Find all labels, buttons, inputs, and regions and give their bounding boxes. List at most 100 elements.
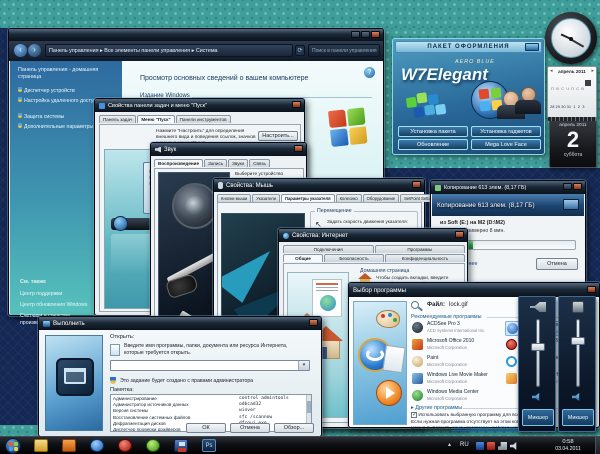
run-combobox[interactable]: ▾: [110, 360, 310, 371]
tray-clock[interactable]: 0:58 03.04.2011: [546, 439, 590, 454]
taskbar-item-floppy[interactable]: [174, 439, 188, 452]
tab-sounds[interactable]: Звуки: [228, 159, 249, 167]
tab-taskbar[interactable]: Панель задач: [99, 115, 137, 123]
taskbar-item-photoshop[interactable]: Ps: [202, 439, 216, 452]
tearoff-calendar-gadget[interactable]: апрель 2011 2 суббота: [549, 120, 597, 168]
close-icon[interactable]: [455, 231, 464, 238]
tab-recording[interactable]: Запись: [204, 159, 228, 167]
tab-programs[interactable]: Программы: [374, 245, 465, 253]
tab-playback[interactable]: Воспроизведение: [154, 159, 204, 167]
start-button[interactable]: [5, 438, 21, 454]
ok-button[interactable]: ОК: [186, 423, 226, 433]
tab-general[interactable]: Общие: [283, 254, 323, 262]
maximize-icon[interactable]: [361, 31, 370, 38]
breadcrumb[interactable]: Панель управления ▸ Все элементы панели …: [45, 44, 293, 57]
globe-icon: [283, 232, 289, 239]
breadcrumb-item[interactable]: Все элементы панели управления: [104, 48, 190, 54]
show-desktop-button[interactable]: [595, 437, 600, 454]
tab-pointers[interactable]: Указатели: [252, 194, 280, 202]
internet-titlebar[interactable]: Свойства: Интернет: [279, 229, 467, 242]
clock-gadget[interactable]: [545, 12, 597, 64]
mute-speaker-icon[interactable]: [532, 393, 540, 401]
package-button-megaloveface[interactable]: Mega Love Face: [471, 139, 541, 150]
customize-button[interactable]: Настроить...: [258, 131, 298, 141]
help-icon[interactable]: ?: [364, 67, 375, 78]
tab-security[interactable]: Безопасность: [324, 254, 384, 262]
checkbox-checked-icon[interactable]: ✓: [411, 412, 417, 418]
other-programs-expander[interactable]: ▸ Другие программы: [411, 405, 462, 411]
program-item-office[interactable]: Microsoft Office 2010 Microsoft Corporat…: [411, 338, 501, 353]
volume-slider-track[interactable]: [576, 319, 580, 387]
tab-start-menu[interactable]: Меню "Пуск": [137, 115, 175, 123]
browse-button[interactable]: Обзор...: [274, 423, 314, 433]
copy-route: из Soft (E:) на M2 (D:\M2): [440, 220, 505, 226]
minimize-icon[interactable]: [563, 183, 572, 190]
close-icon[interactable]: [412, 181, 421, 188]
taskbar-properties-titlebar[interactable]: Свойства панели задач и меню "Пуск": [95, 99, 304, 112]
tab-connections[interactable]: Подключения: [283, 245, 374, 253]
minimize-icon[interactable]: [351, 31, 360, 38]
run-titlebar[interactable]: Выполнить: [39, 317, 321, 330]
cancel-button[interactable]: Отмена: [230, 423, 270, 433]
taskbar-item-mediaplayer[interactable]: [62, 439, 76, 452]
mouse-titlebar[interactable]: Свойства: Мышь: [214, 179, 424, 192]
taskbar-item-utorrent[interactable]: [146, 439, 160, 452]
close-icon[interactable]: [371, 31, 380, 38]
program-item-paint[interactable]: Paint Microsoft Corporation: [411, 355, 501, 370]
tab-hardware[interactable]: Оборудование: [362, 194, 400, 202]
system-caption-buttons[interactable]: [351, 31, 380, 38]
hidden-icons-chevron[interactable]: ▴: [448, 441, 451, 448]
sound-titlebar[interactable]: Звук: [151, 143, 306, 156]
volume-slider-thumb[interactable]: [571, 337, 585, 345]
tab-communications[interactable]: Связь: [249, 159, 270, 167]
calendar-week-row[interactable]: 28 29 30 31 1 2 3: [550, 104, 596, 110]
volume-slider-track[interactable]: [536, 319, 540, 387]
tab-privacy[interactable]: Конфиденциальность: [385, 254, 465, 262]
tab-buttons[interactable]: Кнопки мыши: [217, 194, 252, 202]
shield-icon: [18, 97, 22, 102]
volume-slider-thumb[interactable]: [531, 343, 545, 351]
system-titlebar[interactable]: [9, 29, 383, 41]
mixer-button[interactable]: Микшер: [522, 409, 554, 426]
mute-speaker-icon[interactable]: [572, 393, 580, 401]
tray-security-icon[interactable]: [487, 442, 495, 450]
close-icon[interactable]: [309, 319, 318, 326]
close-icon[interactable]: [292, 101, 301, 108]
network-icon[interactable]: [498, 442, 507, 450]
package-button-install[interactable]: Установка пакета: [398, 126, 468, 137]
close-icon[interactable]: [573, 183, 582, 190]
taskbar-item-explorer[interactable]: [34, 439, 48, 452]
sidebar-home-link[interactable]: Панель управления - домашняя страница: [18, 67, 118, 81]
package-minimize-button[interactable]: [525, 43, 539, 51]
close-icon[interactable]: [294, 145, 303, 152]
combobox-arrow-icon[interactable]: ▾: [298, 361, 309, 370]
package-button-gadgets[interactable]: Установка гаджетов: [471, 126, 541, 137]
tray-antivirus-icon[interactable]: [476, 442, 484, 450]
package-button-update[interactable]: Обновление: [398, 139, 468, 150]
close-icon[interactable]: [587, 286, 596, 293]
refresh-icon[interactable]: ⟳: [295, 45, 305, 56]
breadcrumb-item[interactable]: Панель управления: [49, 48, 99, 54]
tab-toolbars[interactable]: Панели инструментов: [175, 115, 231, 123]
language-indicator[interactable]: RU: [460, 442, 469, 448]
breadcrumb-item[interactable]: Система: [196, 48, 218, 54]
volume-tray-icon[interactable]: [510, 442, 517, 450]
copy-titlebar[interactable]: Копирование 613 элем. (8,17 ГБ): [431, 181, 585, 194]
program-item-moviemaker[interactable]: Windows Live Movie Maker Microsoft Corpo…: [411, 372, 501, 387]
mixer-button[interactable]: Микшер: [562, 409, 594, 426]
tab-wheel[interactable]: Колесико: [335, 194, 362, 202]
note-line2: можно выполнить: [411, 426, 451, 431]
cancel-button[interactable]: Отмена: [536, 258, 578, 270]
search-input[interactable]: Поиск в панели управления: [308, 44, 380, 57]
taskbar-item-internet-explorer[interactable]: [90, 439, 104, 452]
forward-button[interactable]: ›: [28, 44, 41, 57]
search-web-link[interactable]: поиск программы в Интернете.: [452, 426, 521, 431]
sidebar-item-device-manager[interactable]: Диспетчер устройств: [18, 87, 120, 94]
program-item-acdsee[interactable]: ACDSee Pro 3 ACD Systems International I…: [411, 321, 501, 336]
program-item-mediacenter[interactable]: Windows Media Center Microsoft Corporati…: [411, 389, 501, 404]
back-button[interactable]: ‹: [14, 44, 27, 57]
taskbar-item-opera[interactable]: [118, 439, 132, 452]
tab-pointer-options[interactable]: Параметры указателя: [280, 194, 335, 202]
choose-program-titlebar[interactable]: Выбор программы: [349, 283, 599, 297]
calendar-gadget[interactable]: ◂ апрель 2011 ▸ П В С Ч П С В 28 29 30 3…: [547, 66, 597, 181]
